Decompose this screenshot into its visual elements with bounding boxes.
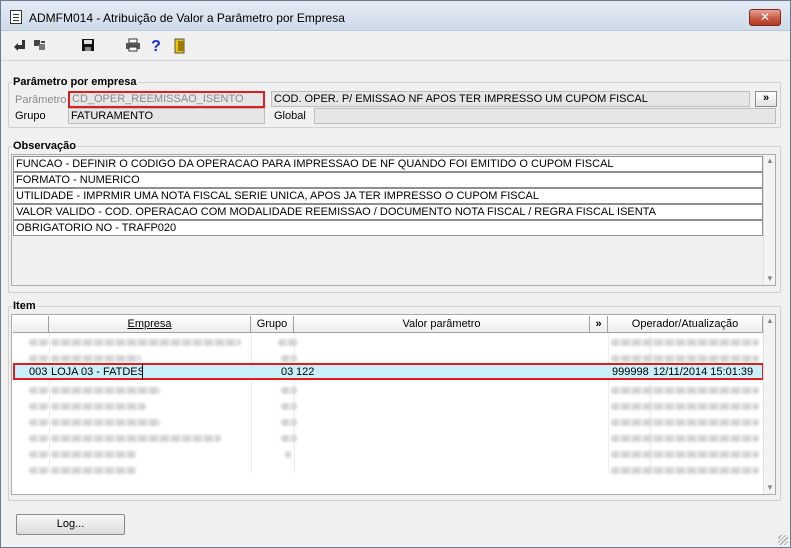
cell-operador: 999998: [612, 366, 649, 378]
column-header-valor[interactable]: Valor parâmetro: [294, 316, 590, 333]
redacted-cell: [29, 403, 49, 410]
item-group-title: Item: [12, 300, 37, 312]
save-icon[interactable]: [79, 38, 97, 56]
column-header-grupo[interactable]: Grupo: [251, 316, 294, 333]
title-bar: ADMFM014 - Atribuição de Valor a Parâmet…: [1, 1, 790, 31]
item-grid-scrollbar[interactable]: ▲ ▼: [763, 315, 775, 494]
cell-grupo: 03: [281, 366, 294, 378]
observacao-list: FUNCAO - DEFINIR O CODIGO DA OPERACAO PA…: [11, 154, 776, 286]
toolbar: ?: [1, 32, 790, 60]
close-button[interactable]: ✕: [749, 9, 781, 26]
redacted-cell: [611, 435, 759, 442]
redacted-cell: [29, 451, 49, 458]
main-window: ADMFM014 - Atribuição de Valor a Parâmet…: [0, 0, 791, 548]
column-header-valor-label: Valor parâmetro: [402, 318, 481, 330]
table-row[interactable]: [13, 430, 763, 446]
observacao-line: UTILIDADE - IMPRMIR UMA NOTA FISCAL SERI…: [13, 188, 763, 204]
toolbar-separator: [1, 60, 790, 61]
redacted-cell: [51, 403, 146, 410]
redacted-cell: [611, 419, 759, 426]
redacted-cell: [51, 419, 161, 426]
redacted-cell: [611, 451, 759, 458]
cell-empresa: LOJA 03 - FATDES: [51, 364, 143, 380]
window-title: ADMFM014 - Atribuição de Valor a Parâmet…: [29, 11, 345, 25]
redacted-cell: [29, 435, 49, 442]
scroll-up-icon[interactable]: ▲: [764, 155, 776, 167]
column-header-grupo-label: Grupo: [256, 318, 288, 330]
redacted-cell: [51, 339, 241, 346]
redacted-cell: [51, 387, 161, 394]
document-icon: [10, 10, 22, 24]
redacted-cell: [281, 387, 297, 394]
observacao-line: FORMATO - NUMERICO: [13, 172, 763, 188]
expand-column-button[interactable]: »: [590, 316, 608, 333]
resize-grip-icon[interactable]: [778, 535, 788, 545]
redacted-cell: [281, 355, 297, 362]
redacted-cell: [29, 387, 49, 394]
redacted-cell: [611, 403, 759, 410]
scroll-down-icon[interactable]: ▼: [764, 273, 776, 285]
cell-atualizacao: 12/11/2014 15:01:39: [653, 366, 754, 378]
redacted-cell: [611, 339, 759, 346]
column-header-codigo[interactable]: [13, 316, 49, 333]
redacted-cell: [281, 435, 297, 442]
table-row[interactable]: [13, 446, 763, 462]
redacted-cell: [51, 451, 136, 458]
parametro-label: Parâmetro: [15, 94, 67, 106]
table-row[interactable]: [13, 334, 763, 350]
log-button[interactable]: Log...: [16, 514, 125, 535]
print-icon[interactable]: [124, 38, 142, 56]
redacted-cell: [51, 355, 141, 362]
help-icon[interactable]: ?: [147, 38, 165, 56]
table-row[interactable]: [13, 462, 763, 478]
global-field: [314, 108, 776, 124]
scroll-up-icon[interactable]: ▲: [764, 315, 776, 327]
column-header-empresa-label: Empresa: [127, 318, 172, 330]
observacao-scrollbar[interactable]: ▲ ▼: [763, 155, 775, 285]
column-header-empresa[interactable]: Empresa: [49, 316, 251, 333]
redacted-cell: [29, 467, 49, 474]
observacao-line: VALOR VALIDO - COD. OPERACAO COM MODALID…: [13, 204, 763, 220]
column-header-operador[interactable]: Operador/Atualização: [608, 316, 763, 333]
cell-valor: 122: [296, 366, 315, 378]
table-row[interactable]: [13, 398, 763, 414]
redacted-cell: [29, 339, 49, 346]
redacted-cell: [611, 387, 759, 394]
parametro-group-title: Parâmetro por empresa: [12, 76, 138, 88]
global-label: Global: [274, 110, 306, 122]
grupo-field: FATURAMENTO: [68, 108, 265, 124]
redacted-cell: [281, 419, 297, 426]
observacao-line: FUNCAO - DEFINIR O CODIGO DA OPERACAO PA…: [13, 156, 763, 172]
first-record-icon[interactable]: [11, 38, 29, 56]
table-row[interactable]: [13, 414, 763, 430]
redacted-cell: [285, 451, 291, 458]
redacted-cell: [29, 419, 49, 426]
cell-codigo: 003: [29, 366, 48, 378]
table-row[interactable]: [13, 382, 763, 398]
parametro-description-field: COD. OPER. P/ EMISSAO NF APOS TER IMPRES…: [271, 91, 750, 107]
scroll-down-icon[interactable]: ▼: [764, 482, 776, 494]
redacted-cell: [51, 435, 221, 442]
observacao-group-title: Observação: [12, 140, 77, 152]
redacted-cell: [281, 403, 297, 410]
redacted-cell: [29, 355, 49, 362]
observacao-line: OBRIGATORIO NO - TRAFP020: [13, 220, 763, 236]
item-grid: Empresa Grupo Valor parâmetro » Operador…: [11, 314, 776, 495]
selected-table-row[interactable]: 003 LOJA 03 - FATDES 03 122 999998 12/11…: [13, 363, 764, 380]
exit-icon[interactable]: [171, 38, 189, 56]
grupo-label: Grupo: [15, 110, 46, 122]
redacted-cell: [611, 355, 759, 362]
redacted-cell: [611, 467, 759, 474]
parametro-field[interactable]: CD_OPER_REEMISSAO_ISENTO: [68, 91, 265, 108]
redacted-cell: [51, 467, 136, 474]
column-header-operador-label: Operador/Atualização: [631, 318, 739, 330]
parametro-lookup-button[interactable]: »: [755, 91, 777, 107]
last-record-icon[interactable]: [32, 38, 50, 56]
redacted-cell: [278, 339, 298, 346]
